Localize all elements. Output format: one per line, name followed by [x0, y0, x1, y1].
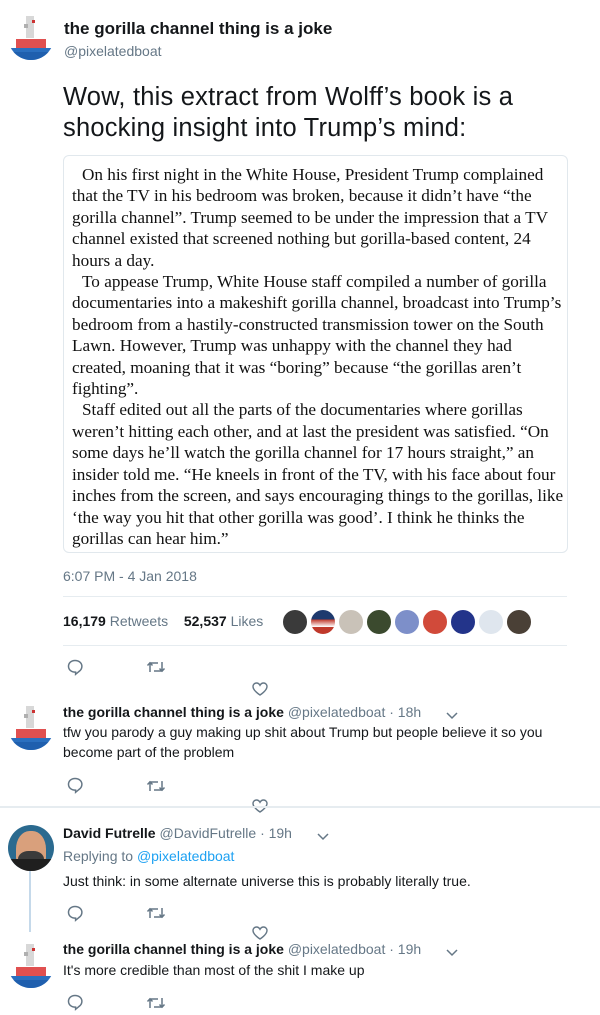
liker-avatar[interactable] — [394, 609, 420, 635]
like-count[interactable]: 52,537 Likes — [184, 613, 263, 629]
divider — [0, 806, 600, 808]
reply-button[interactable] — [66, 904, 84, 922]
quote-paragraph: To appease Trump, White House staff comp… — [72, 272, 562, 399]
reply-button[interactable] — [66, 993, 84, 1011]
quote-text: On his first night in the White House, P… — [72, 164, 564, 549]
reply-handle[interactable]: @DavidFutrelle — [159, 825, 256, 841]
reply-display-name[interactable]: David Futrelle — [63, 825, 156, 841]
like-icon — [252, 926, 268, 940]
liker-avatar[interactable] — [450, 609, 476, 635]
reply-handle[interactable]: @pixelatedboat — [288, 941, 386, 957]
quote-paragraph: On his first night in the White House, P… — [72, 165, 548, 270]
reply-time[interactable]: · 19h — [260, 825, 292, 841]
retweet-icon — [146, 780, 166, 792]
reply-icon — [67, 994, 83, 1011]
retweet-button[interactable] — [146, 905, 166, 921]
boat-avatar-icon — [8, 16, 54, 60]
retweet-button[interactable] — [146, 778, 166, 794]
retweet-button[interactable] — [146, 995, 166, 1011]
liker-avatar[interactable] — [366, 609, 392, 635]
tweet-stats: 16,179 Retweets 52,537 Likes — [63, 613, 263, 629]
tweet-text: Wow, this extract from Wolff’s book is a… — [63, 83, 514, 142]
reply-button[interactable] — [66, 776, 84, 794]
reply-text: Just think: in some alternate universe t… — [63, 873, 471, 889]
reply-text: It's more credible than most of the shit… — [63, 962, 365, 978]
thread-line — [29, 870, 31, 932]
chevron-down-icon — [317, 833, 329, 841]
boat-avatar-icon — [8, 706, 54, 750]
replying-to: Replying to @pixelatedboat — [63, 848, 235, 864]
reply-display-name[interactable]: the gorilla channel thing is a joke — [63, 704, 284, 720]
retweet-icon — [146, 661, 166, 673]
reply-time[interactable]: · 18h — [389, 704, 421, 720]
avatar[interactable] — [8, 14, 54, 60]
chevron-down-icon — [446, 712, 458, 720]
like-icon — [252, 682, 268, 696]
reply-header: David Futrelle @DavidFutrelle · 19h — [63, 825, 292, 841]
liker-avatar[interactable] — [282, 609, 308, 635]
retweet-icon — [146, 907, 166, 919]
chevron-down-icon — [446, 949, 458, 957]
boat-avatar-icon — [8, 944, 54, 988]
replying-to-link[interactable]: @pixelatedboat — [137, 848, 235, 864]
divider — [63, 596, 567, 597]
like-button[interactable] — [252, 682, 268, 696]
quote-paragraph: Staff edited out all the parts of the do… — [72, 400, 564, 548]
reply-header: the gorilla channel thing is a joke @pix… — [63, 704, 421, 720]
avatar[interactable] — [8, 825, 54, 871]
liker-avatar[interactable] — [338, 609, 364, 635]
main-display-name[interactable]: the gorilla channel thing is a joke — [64, 19, 332, 39]
retweet-count[interactable]: 16,179 Retweets — [63, 613, 168, 629]
reply-icon — [67, 777, 83, 794]
like-button[interactable] — [252, 926, 268, 940]
liker-avatar[interactable] — [310, 609, 336, 635]
avatar[interactable] — [8, 942, 54, 988]
quote-image[interactable]: On his first night in the White House, P… — [63, 155, 568, 553]
main-handle[interactable]: @pixelatedboat — [64, 43, 162, 59]
avatar[interactable] — [8, 704, 54, 750]
reply-text: tfw you parody a guy making up shit abou… — [63, 724, 543, 760]
reply-time[interactable]: · 19h — [389, 941, 421, 957]
reply-header: the gorilla channel thing is a joke @pix… — [63, 941, 421, 957]
liker-avatar[interactable] — [506, 609, 532, 635]
liker-avatar[interactable] — [478, 609, 504, 635]
reply-icon — [67, 905, 83, 922]
divider — [63, 645, 567, 646]
reply-button[interactable] — [66, 658, 84, 676]
retweet-button[interactable] — [146, 659, 166, 675]
reply-display-name[interactable]: the gorilla channel thing is a joke — [63, 941, 284, 957]
chevron-down-button[interactable] — [446, 944, 458, 962]
tweet-timestamp[interactable]: 6:07 PM - 4 Jan 2018 — [63, 568, 197, 584]
retweet-icon — [146, 997, 166, 1009]
reply-icon — [67, 659, 83, 676]
reply-handle[interactable]: @pixelatedboat — [288, 704, 386, 720]
liker-avatar[interactable] — [422, 609, 448, 635]
chevron-down-button[interactable] — [317, 828, 329, 846]
